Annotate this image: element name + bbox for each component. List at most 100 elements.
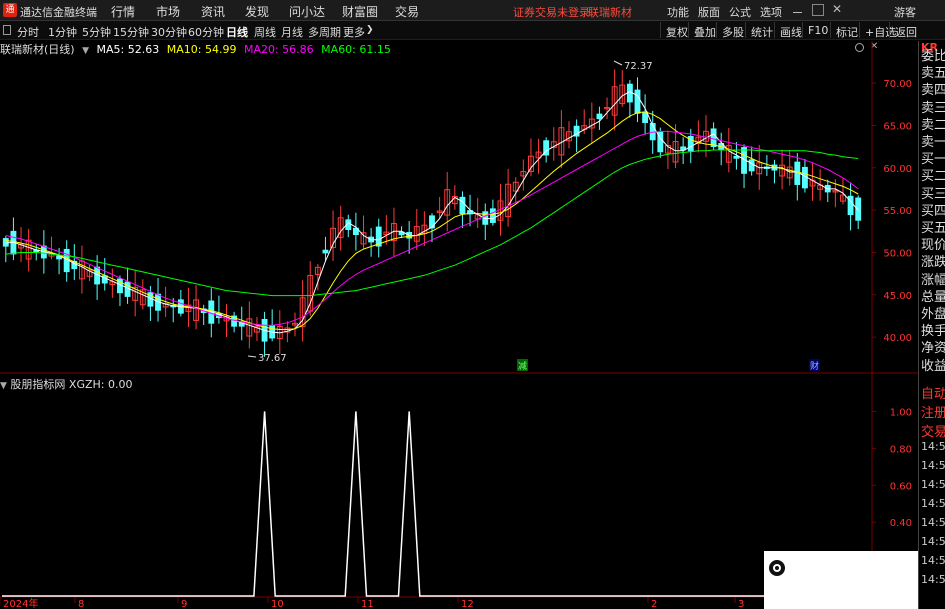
menu-item[interactable]: 版面	[698, 4, 720, 20]
maximize-icon[interactable]	[812, 4, 824, 16]
candle-body	[2, 238, 9, 247]
candle-body	[634, 89, 641, 114]
side-field-label: 净资	[921, 341, 945, 357]
side-action[interactable]: 自动	[921, 383, 945, 402]
close-icon[interactable]: ✕	[832, 3, 844, 16]
event-marker[interactable]: 减	[518, 360, 527, 372]
y-tick-label: 1.00	[890, 407, 912, 418]
candle-body	[855, 197, 862, 221]
period-tab[interactable]: 月线	[281, 24, 303, 40]
menu-item[interactable]: 公式	[729, 4, 751, 20]
menu-item[interactable]: 发现	[245, 3, 269, 20]
trade-time: 14:56	[921, 478, 945, 491]
side-field-label: 买五	[921, 221, 945, 236]
y-tick-label: 45.00	[883, 291, 912, 302]
y-tick-label: 0.80	[890, 444, 912, 455]
menu-item[interactable]: 财富圈	[342, 3, 378, 20]
y-tick-label: 70.00	[883, 79, 912, 90]
candle-body	[489, 208, 496, 223]
side-field-label: 买四	[921, 203, 945, 219]
y-tick-label: 50.00	[883, 248, 912, 259]
watermark	[764, 551, 918, 609]
candle-body	[710, 128, 717, 148]
x-tick-label: 12	[461, 599, 474, 609]
side-field-label: 总量	[921, 289, 945, 305]
candle-body	[748, 159, 755, 172]
minimize-icon[interactable]	[792, 4, 804, 16]
candle-body	[596, 113, 603, 120]
x-tick-label: 8	[78, 599, 84, 609]
candle-body	[429, 215, 435, 229]
x-tick-label: 2024年	[3, 597, 38, 609]
side-field-label: 买一	[921, 152, 945, 168]
indicator-value: XGZH: 0.00	[68, 378, 133, 391]
trade-time: 14:56	[921, 554, 945, 567]
menu-item[interactable]: 问小达	[289, 3, 325, 20]
side-action[interactable]: 注册	[921, 402, 945, 421]
toolbar-button[interactable]: F10	[802, 22, 833, 38]
menu-item[interactable]: 功能	[667, 4, 689, 20]
side-field-label: 换手	[921, 324, 945, 340]
trade-time: 14:56	[921, 516, 945, 529]
ma5-line	[5, 91, 859, 334]
y-tick-label: 65.00	[883, 121, 912, 132]
trade-time: 14:56	[921, 497, 945, 510]
trade-time: 14:56	[921, 440, 945, 453]
period-tab[interactable]: 60分钟	[188, 24, 224, 40]
menu-item[interactable]: 市场	[156, 3, 180, 20]
period-tab[interactable]: 30分钟	[151, 24, 187, 40]
side-field-label: 收益	[921, 358, 945, 374]
login-notice[interactable]: 证券交易未登录	[513, 4, 590, 20]
period-tab[interactable]: 周线	[254, 24, 276, 40]
chevron-right-icon[interactable]: ❯	[366, 25, 374, 35]
user-label[interactable]: 游客	[894, 4, 916, 20]
event-marker[interactable]: 财	[810, 360, 819, 372]
period-tab[interactable]: 多周期	[308, 24, 341, 40]
y-tick-label: 55.00	[883, 206, 912, 217]
y-tick-label: 40.00	[883, 333, 912, 344]
side-action[interactable]: 交易	[921, 421, 945, 440]
side-field-label: 卖五	[921, 66, 945, 82]
panel-toggle-icon[interactable]	[3, 25, 11, 35]
side-field-label: 卖一	[921, 135, 945, 150]
indicator-name: 股朋指标网	[10, 378, 66, 391]
x-tick-label: 3	[738, 599, 744, 609]
side-field-label: 买二	[921, 169, 945, 185]
menu-bar: 通 通达信金融终端 行情 市场 资讯 发现 问小达 财富圈 交易 证券交易未登录…	[0, 0, 945, 21]
trade-time: 14:56	[921, 459, 945, 472]
side-field-label: 卖三	[921, 100, 945, 116]
brand-icon	[769, 560, 785, 576]
app-name: 通达信金融终端	[20, 6, 97, 19]
price-chart[interactable]: 40.0045.0050.0055.0060.0065.0070.00 0.20…	[0, 41, 918, 609]
dropdown-circle-icon[interactable]: ▼	[0, 381, 7, 391]
indicator-header: ▼ 股朋指标网 XGZH: 0.00	[0, 376, 133, 391]
period-tab-active[interactable]: 日线	[226, 24, 248, 40]
side-field-label: 买三	[921, 186, 945, 202]
y-tick-label: 60.00	[883, 164, 912, 175]
menu-item[interactable]: 行情	[111, 3, 135, 20]
period-tab[interactable]: 分时	[17, 24, 39, 40]
side-field-label: 现价	[921, 238, 945, 254]
period-tab[interactable]: 更多	[343, 24, 365, 40]
candle-body	[642, 111, 649, 123]
menu-item[interactable]: 交易	[395, 3, 419, 20]
side-field-label: 外盘	[921, 307, 945, 322]
low-price-label: 37.67	[258, 353, 287, 364]
toolbar-button[interactable]: 返回	[889, 22, 922, 39]
period-tab[interactable]: 1分钟	[48, 24, 77, 40]
x-tick-label: 11	[361, 599, 374, 609]
side-field-label: 涨跌	[921, 255, 945, 271]
trade-time: 14:56	[921, 535, 945, 548]
candle-body	[322, 249, 329, 254]
trade-time: 14:56	[921, 573, 945, 586]
side-field-label: 卖四	[921, 83, 945, 99]
menu-item[interactable]: 选项	[760, 4, 782, 20]
high-price-label: 72.37	[624, 61, 653, 72]
period-tab[interactable]: 5分钟	[82, 24, 111, 40]
stock-title: 联瑞新材	[588, 6, 632, 19]
x-tick-label: 2	[651, 599, 657, 609]
candle-body	[733, 155, 740, 159]
candle-body	[459, 196, 466, 215]
menu-item[interactable]: 资讯	[201, 3, 225, 20]
period-tab[interactable]: 15分钟	[113, 24, 149, 40]
